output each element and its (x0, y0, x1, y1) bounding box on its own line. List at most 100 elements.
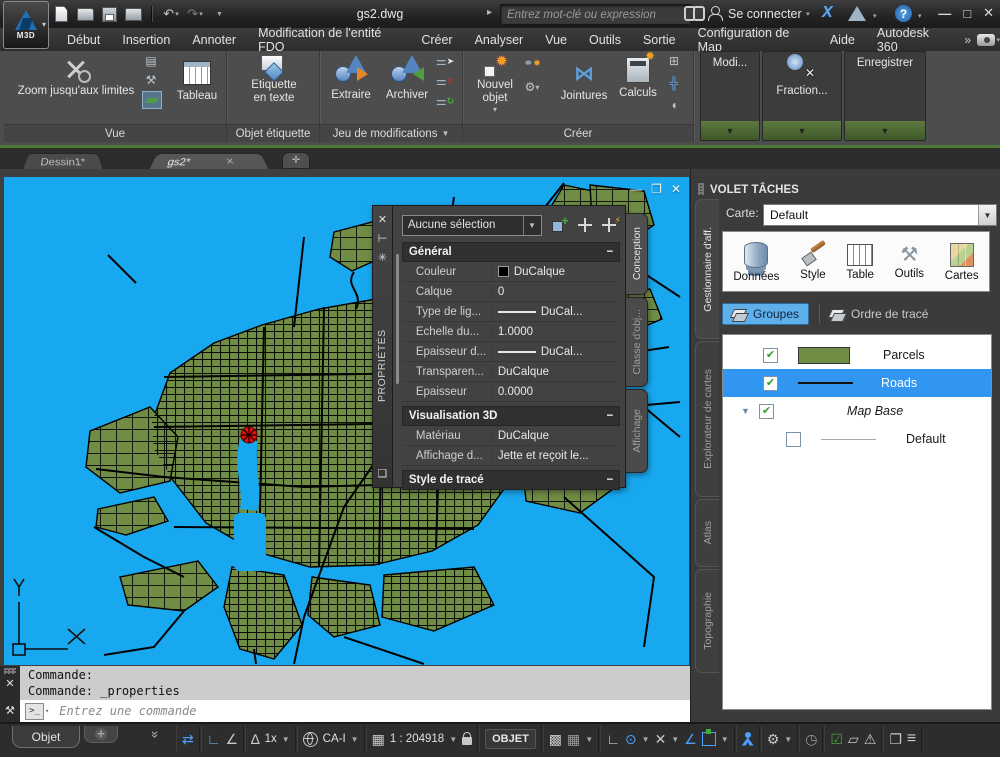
modset-pick-icon[interactable]: ⚌➤ (436, 53, 454, 69)
quick-select-icon[interactable]: ⚡ (602, 218, 616, 232)
save-button[interactable] (100, 5, 118, 23)
panel-label-jeu[interactable]: Jeu de modifications▼ (320, 124, 462, 142)
layer-row-map-base[interactable]: ▼ ✔ Map Base (723, 397, 991, 425)
palette-close-icon[interactable]: ✕ (378, 213, 387, 226)
lock-icon[interactable] (462, 737, 472, 745)
dynamic-input-caret-icon[interactable]: ▼ (721, 735, 729, 744)
globe-icon[interactable] (303, 732, 318, 747)
default-checkbox[interactable] (786, 432, 801, 447)
menu-tab-outils[interactable]: Outils (578, 28, 632, 51)
style-button[interactable]: Style (800, 244, 826, 281)
map-scale-caret-icon[interactable]: ▼ (449, 735, 457, 744)
annotation-scale-caret-icon[interactable]: ▼ (282, 735, 290, 744)
ortho-icon[interactable]: ∟ (606, 732, 620, 746)
workspace-gear-icon[interactable]: ⚙ (767, 732, 780, 746)
coordinate-system-caret-icon[interactable]: ▼ (351, 735, 359, 744)
archiver-button[interactable]: Archiver (380, 55, 434, 102)
prop-row-epaisseur-ligne[interactable]: Epaisseur d... DuCal... (402, 342, 620, 362)
maximize-button[interactable]: □ (963, 6, 971, 21)
dynamic-input-icon[interactable] (702, 732, 716, 746)
layer-row-parcels[interactable]: ✔ Parcels (723, 341, 991, 369)
collapse-icon[interactable]: − (606, 474, 613, 486)
palette-tab-classe-objet[interactable]: Classe d'obj... (626, 297, 648, 387)
units-clock-icon[interactable]: ◷ (805, 732, 817, 746)
viewport-close-icon[interactable]: ✕ (671, 182, 681, 196)
menu-tab-annoter[interactable]: Annoter (181, 28, 247, 51)
new-drawing-tab-button[interactable]: ✛ (282, 152, 310, 169)
create-settings-icon[interactable]: ⚙▾ (523, 79, 541, 95)
command-prompt-icon[interactable]: >_ (25, 703, 44, 720)
extraire-button[interactable]: Extraire (324, 55, 378, 102)
jointures-button[interactable]: ⋈ Jointures (555, 63, 613, 103)
palette-autohide-pin-icon[interactable]: ⊢ (378, 232, 388, 245)
toggle-pickadd-icon[interactable] (552, 218, 568, 232)
menu-tab-vue[interactable]: Vue (534, 28, 578, 51)
close-button[interactable]: ✕ (983, 5, 994, 21)
help-caret-icon[interactable]: ▾ (918, 12, 922, 20)
menu-tab-aide[interactable]: Aide (819, 28, 866, 51)
annotation-scale-value[interactable]: 1x (265, 733, 277, 745)
help-button[interactable]: ? (895, 5, 912, 22)
object-snap-angle-icon[interactable]: ∠ (684, 732, 697, 746)
menu-tab-autodesk360[interactable]: Autodesk 360 (866, 28, 959, 51)
pipe-network-icon[interactable]: ╬ (665, 75, 683, 91)
groupes-tab[interactable]: Groupes (722, 303, 809, 325)
section-general[interactable]: Général− (402, 242, 620, 262)
command-tools-icon[interactable]: ⚒ (5, 704, 15, 717)
cartes-button[interactable]: Cartes (945, 243, 979, 282)
modset-cancel-icon[interactable]: ⚌✕ (436, 73, 454, 89)
carte-dropdown[interactable]: Default ▼ (763, 204, 997, 226)
tag-icon[interactable]: ◖ (665, 97, 683, 113)
autodesk360-caret-icon[interactable]: ▾ (873, 12, 877, 20)
layer-row-roads[interactable]: ✔ Roads (723, 369, 991, 397)
prop-row-affichage-ombres[interactable]: Affichage d... Jette et reçoit le... (402, 446, 620, 466)
autosnap-icon[interactable]: ⇄ (182, 732, 194, 746)
application-menu-button[interactable]: M3D ▾ (3, 1, 49, 49)
qat-customize-button[interactable]: ▼ (210, 5, 228, 23)
fractionner-panel-expand[interactable]: ▼ (763, 121, 841, 140)
side-tab-gestionnaire[interactable]: Gestionnaire d'aff. (695, 199, 719, 339)
customization-menu-icon[interactable]: ≡ (907, 731, 916, 747)
search-binoculars-icon[interactable] (684, 6, 702, 21)
sign-in-button[interactable]: Se connecter ▾ (728, 0, 810, 28)
coordinate-system-value[interactable]: CA-I (323, 733, 346, 745)
prop-row-transparence[interactable]: Transparen... DuCalque (402, 362, 620, 382)
tableau-button[interactable]: Tableau (170, 61, 224, 103)
layout-chevron-icon[interactable]: » (148, 731, 163, 738)
grid-caret-icon[interactable]: ▼ (585, 735, 593, 744)
side-tab-explorateur[interactable]: Explorateur de cartes (695, 341, 719, 497)
view-query-icon[interactable]: ⚒ (142, 72, 160, 88)
map-base-expand-icon[interactable]: ▼ (741, 406, 750, 416)
create-from-geometry-icon[interactable]: ⚭✹ (523, 55, 541, 71)
modset-refresh-icon[interactable]: ⚌↻ (436, 93, 454, 109)
etiquette-texte-button[interactable]: Etiquette en texte (245, 55, 303, 105)
palette-titlebar[interactable]: ✕ ⊢ ✳ PROPRIÉTÉS ❏ (372, 205, 393, 488)
command-grip-handle[interactable] (4, 668, 16, 674)
hatch-grid-icon[interactable]: ▩ (549, 732, 562, 746)
enregistrer-panel-expand[interactable]: ▼ (845, 121, 925, 140)
command-close-icon[interactable]: ✕ (5, 677, 14, 690)
search-input[interactable]: Entrez mot-clé ou expression (500, 4, 692, 25)
calculs-button[interactable]: Calculs (613, 57, 663, 100)
dot-grid-icon[interactable]: ▦ (567, 732, 580, 746)
ribbon-panel-fractionner-collapsed[interactable]: Fraction... ▼ (762, 51, 842, 141)
panel-label-creer[interactable]: Créer (463, 124, 693, 142)
new-file-button[interactable] (52, 5, 70, 23)
menu-tab-modification-fdo[interactable]: Modification de l'entité FDO (247, 28, 410, 51)
command-input[interactable]: >_ ▾ Entrez une commande (20, 700, 690, 722)
command-history[interactable]: Commande: Commande: _properties (20, 666, 690, 700)
prop-row-type-ligne[interactable]: Type de lig... DuCal... (402, 302, 620, 322)
nouvel-objet-button[interactable]: Nouvel objet ▾ (469, 55, 521, 115)
snap-angle-icon[interactable]: ∠ (225, 732, 238, 746)
prop-row-echelle[interactable]: Echelle du... 1.0000 (402, 322, 620, 342)
outils-button[interactable]: ⚒Outils (895, 245, 924, 280)
isodraft-caret-icon[interactable]: ▼ (671, 735, 679, 744)
view-filter-icon[interactable]: ▤ (142, 53, 160, 69)
ribbon-display-caret-icon[interactable]: ▾ (996, 36, 1000, 44)
polar-tracking-icon[interactable]: ⊙ (625, 732, 637, 746)
select-objects-icon[interactable] (578, 218, 592, 232)
autodesk360-icon[interactable] (848, 6, 866, 21)
viewport-restore-icon[interactable]: ❐ (651, 182, 662, 196)
menu-tab-sortie[interactable]: Sortie (632, 28, 687, 51)
exchange-apps-icon[interactable]: X (822, 4, 833, 22)
